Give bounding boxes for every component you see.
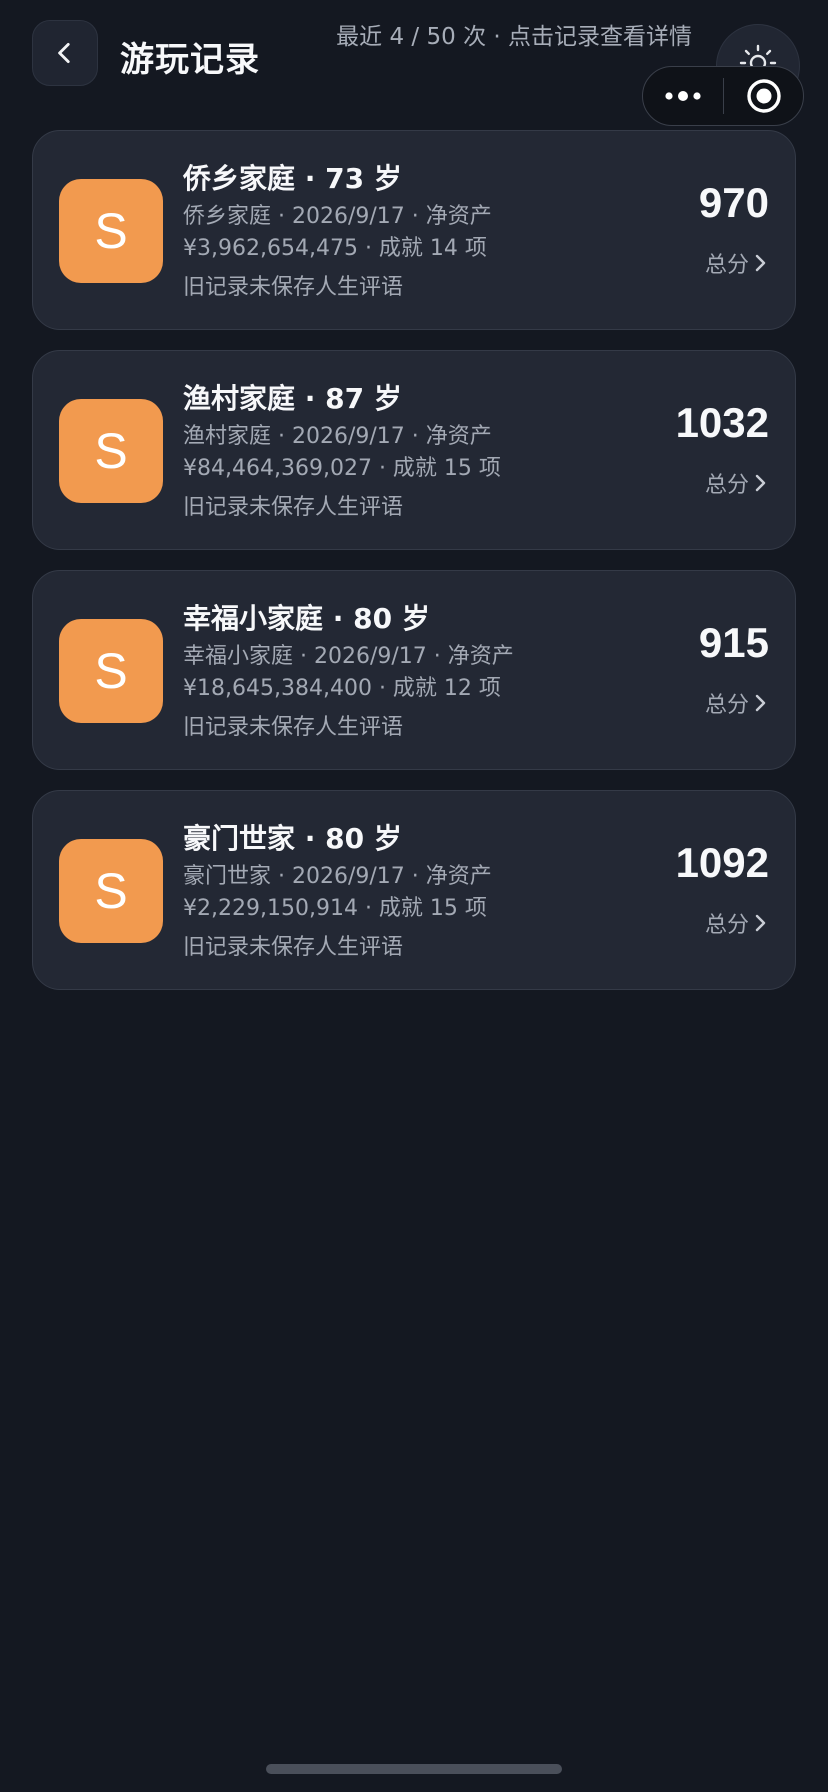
- score-label: 总分: [704, 473, 749, 498]
- score-detail-link[interactable]: 总分: [705, 247, 769, 279]
- record-score: 1092: [675, 839, 769, 886]
- record-card[interactable]: S 侨乡家庭 · 73 岁 侨乡家庭 · 2026/9/17 · 净资产 ¥3,…: [32, 130, 796, 330]
- page-title: 游玩记录: [120, 40, 260, 80]
- record-title: 侨乡家庭 · 73 岁: [183, 162, 402, 195]
- chevron-left-icon: [58, 42, 70, 64]
- score-label: 总分: [704, 253, 749, 278]
- page-subtitle: 最近 4 / 50 次 · 点击记录查看详情: [336, 24, 692, 50]
- home-indicator: [266, 1764, 562, 1774]
- chevron-right-icon: [755, 694, 766, 712]
- score-detail-link[interactable]: 总分: [705, 687, 769, 719]
- record-card[interactable]: S 渔村家庭 · 87 岁 渔村家庭 · 2026/9/17 · 净资产 ¥84…: [32, 350, 796, 550]
- record-note: 旧记录未保存人生评语: [183, 495, 404, 520]
- avatar: S: [59, 619, 163, 723]
- chevron-right-icon: [755, 254, 766, 272]
- chevron-right-icon: [755, 474, 766, 492]
- score-label: 总分: [704, 693, 749, 718]
- header: 游玩记录 最近 4 / 50 次 · 点击记录查看详情: [0, 0, 828, 126]
- avatar-letter: S: [94, 863, 128, 919]
- avatar: S: [59, 179, 163, 283]
- record-score: 1032: [675, 399, 769, 446]
- capsule-close-button[interactable]: [724, 67, 803, 125]
- record-card[interactable]: S 幸福小家庭 · 80 岁 幸福小家庭 · 2026/9/17 · 净资产 ¥…: [32, 570, 796, 770]
- record-list: S 侨乡家庭 · 73 岁 侨乡家庭 · 2026/9/17 · 净资产 ¥3,…: [32, 130, 796, 1010]
- avatar: S: [59, 839, 163, 943]
- record-description: 豪门世家 · 2026/9/17 · 净资产 ¥2,229,150,914 · …: [183, 864, 492, 921]
- avatar-letter: S: [94, 423, 128, 479]
- record-score: 915: [698, 619, 769, 666]
- chevron-right-icon: [755, 914, 766, 932]
- more-dots-icon: [665, 91, 701, 101]
- record-note: 旧记录未保存人生评语: [183, 715, 404, 740]
- record-title: 豪门世家 · 80 岁: [183, 822, 402, 855]
- record-description: 幸福小家庭 · 2026/9/17 · 净资产 ¥18,645,384,400 …: [183, 644, 514, 701]
- avatar-letter: S: [94, 203, 128, 259]
- avatar-letter: S: [94, 643, 128, 699]
- target-close-icon: [746, 79, 781, 113]
- record-card[interactable]: S 豪门世家 · 80 岁 豪门世家 · 2026/9/17 · 净资产 ¥2,…: [32, 790, 796, 990]
- score-label: 总分: [704, 913, 749, 938]
- back-button[interactable]: [32, 20, 98, 86]
- record-description: 渔村家庭 · 2026/9/17 · 净资产 ¥84,464,369,027 ·…: [183, 424, 501, 481]
- record-score: 970: [698, 179, 769, 226]
- avatar: S: [59, 399, 163, 503]
- record-description: 侨乡家庭 · 2026/9/17 · 净资产 ¥3,962,654,475 · …: [183, 204, 492, 261]
- record-title: 幸福小家庭 · 80 岁: [183, 602, 430, 635]
- capsule-more-button[interactable]: [643, 67, 723, 125]
- record-note: 旧记录未保存人生评语: [183, 275, 404, 300]
- record-title: 渔村家庭 · 87 岁: [183, 382, 402, 415]
- mini-program-capsule: [642, 66, 804, 126]
- record-note: 旧记录未保存人生评语: [183, 935, 404, 960]
- score-detail-link[interactable]: 总分: [705, 907, 769, 939]
- score-detail-link[interactable]: 总分: [705, 467, 769, 499]
